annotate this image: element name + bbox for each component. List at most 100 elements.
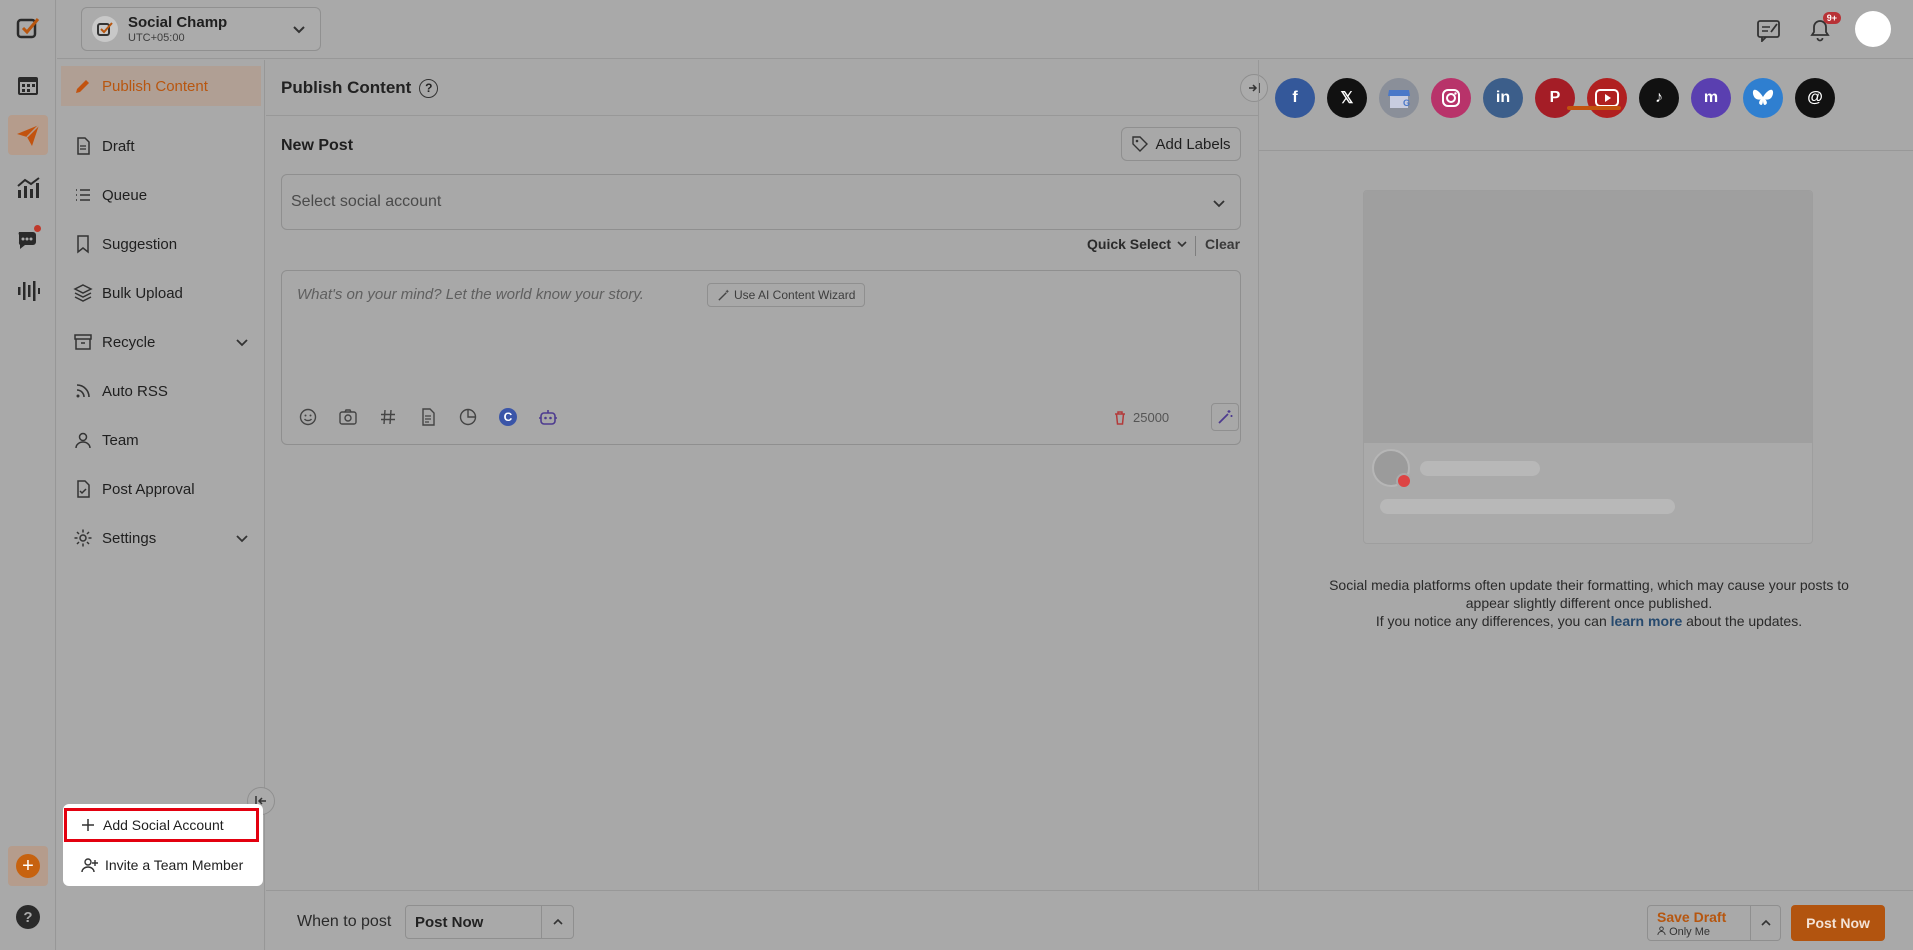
sidebar-item-publish-content[interactable]: Publish Content bbox=[61, 66, 261, 106]
sidebar-item-label: Draft bbox=[102, 137, 135, 155]
when-to-post-select[interactable]: Post Now bbox=[405, 905, 574, 939]
x-icon[interactable]: 𝕏 bbox=[1327, 78, 1367, 118]
rss-icon bbox=[76, 384, 90, 398]
list-icon bbox=[76, 189, 90, 201]
chevron-up-icon[interactable] bbox=[1750, 906, 1780, 940]
layers-icon bbox=[73, 284, 93, 302]
magic-wand-icon bbox=[718, 289, 729, 301]
listening-icon[interactable] bbox=[8, 271, 48, 311]
page-title: Publish Content ? bbox=[281, 78, 439, 98]
threads-icon[interactable]: @ bbox=[1795, 78, 1835, 118]
help-icon: ? bbox=[16, 905, 40, 929]
workspace-timezone: UTC+05:00 bbox=[128, 32, 185, 44]
sidebar-item-label: Suggestion bbox=[102, 235, 178, 253]
bluesky-icon[interactable] bbox=[1743, 78, 1783, 118]
document-icon bbox=[77, 137, 90, 155]
menu-item-label: Add Social Account bbox=[103, 817, 224, 833]
tiktok-icon[interactable]: ♪ bbox=[1639, 78, 1679, 118]
instagram-icon[interactable] bbox=[1431, 78, 1471, 118]
google-business-icon[interactable]: G bbox=[1379, 78, 1419, 118]
sidebar-item-draft[interactable]: Draft bbox=[61, 126, 261, 166]
quick-add-menu: Add Social Account Invite a Team Member bbox=[63, 804, 263, 886]
editor-placeholder: What's on your mind? Let the world know … bbox=[297, 286, 644, 303]
user-avatar[interactable] bbox=[1855, 11, 1891, 47]
linkedin-icon[interactable]: in bbox=[1483, 78, 1523, 118]
add-labels-button[interactable]: Add Labels bbox=[1121, 127, 1241, 161]
post-editor[interactable]: What's on your mind? Let the world know … bbox=[281, 270, 1241, 445]
skeleton-line bbox=[1420, 461, 1540, 476]
mastodon-icon[interactable]: m bbox=[1691, 78, 1731, 118]
save-draft-button[interactable]: Save Draft Only Me bbox=[1647, 905, 1781, 941]
help-button[interactable]: ? bbox=[8, 897, 48, 937]
sidebar-item-auto-rss[interactable]: Auto RSS bbox=[61, 371, 261, 411]
clear-button[interactable]: Clear bbox=[1205, 236, 1240, 252]
sidebar-item-team[interactable]: Team bbox=[61, 420, 261, 460]
hashtag-icon[interactable] bbox=[377, 406, 399, 428]
menu-item-label: Invite a Team Member bbox=[105, 857, 244, 873]
document-icon[interactable] bbox=[417, 406, 439, 428]
skeleton-line bbox=[1380, 499, 1675, 514]
magic-wand-button[interactable] bbox=[1211, 403, 1239, 431]
character-count: 25000 bbox=[1133, 410, 1170, 425]
pie-chart-icon[interactable] bbox=[457, 406, 479, 428]
preview-media-placeholder bbox=[1364, 191, 1812, 443]
engage-chat-icon[interactable] bbox=[8, 219, 48, 259]
account-select-placeholder: Select social account bbox=[291, 193, 442, 210]
sidebar-item-recycle[interactable]: Recycle bbox=[61, 322, 261, 362]
bell-icon[interactable]: 9+ bbox=[1805, 12, 1841, 45]
analytics-icon[interactable] bbox=[8, 168, 48, 208]
chevron-down-icon bbox=[236, 535, 248, 543]
icon-rail: + ? bbox=[0, 0, 56, 950]
sidebar-item-label: Recycle bbox=[102, 333, 156, 351]
sidebar-item-suggestion[interactable]: Suggestion bbox=[61, 224, 261, 264]
sidebar-item-post-approval[interactable]: Post Approval bbox=[61, 469, 261, 509]
tag-icon bbox=[1132, 136, 1149, 152]
compose-header: Publish Content ? bbox=[266, 60, 1258, 116]
gear-icon bbox=[74, 529, 92, 547]
workspace-selector[interactable]: Social Champ UTC+05:00 bbox=[81, 7, 321, 51]
note-prefix: If you notice any differences, you can bbox=[1375, 613, 1607, 629]
when-to-post-value: Post Now bbox=[415, 913, 484, 931]
youtube-icon[interactable] bbox=[1587, 78, 1627, 118]
sidebar-item-label: Post Approval bbox=[102, 480, 195, 498]
page-title-text: Publish Content bbox=[281, 78, 412, 97]
sidebar-item-queue[interactable]: Queue bbox=[61, 175, 261, 215]
pinterest-icon[interactable]: P bbox=[1535, 78, 1575, 118]
chevron-up-icon[interactable] bbox=[541, 906, 573, 938]
sidebar-item-label: Auto RSS bbox=[102, 382, 168, 400]
camera-icon[interactable] bbox=[337, 406, 359, 428]
send-icon[interactable] bbox=[8, 115, 48, 155]
invite-team-member-menu-item[interactable]: Invite a Team Member bbox=[69, 849, 257, 881]
sidebar-item-settings[interactable]: Settings bbox=[61, 518, 261, 558]
sidebar-item-label: Queue bbox=[102, 186, 148, 204]
svg-text:G: G bbox=[1403, 98, 1410, 108]
learn-more-link[interactable]: learn more bbox=[1611, 613, 1683, 629]
emoji-icon[interactable] bbox=[297, 406, 319, 428]
app-logo-icon[interactable] bbox=[8, 8, 48, 48]
feedback-icon[interactable] bbox=[1754, 15, 1784, 45]
add-social-account-menu-item[interactable]: Add Social Account bbox=[64, 808, 259, 842]
facebook-icon[interactable]: f bbox=[1275, 78, 1315, 118]
quick-add-button[interactable]: + bbox=[8, 846, 48, 886]
user-icon bbox=[1657, 926, 1666, 936]
quick-select-dropdown[interactable]: Quick Select bbox=[1087, 236, 1189, 252]
note-line-2: If you notice any differences, you can l… bbox=[1329, 612, 1849, 630]
compose-footer: When to post Post Now Save Draft Only Me… bbox=[266, 890, 1913, 950]
user-plus-icon bbox=[81, 858, 98, 873]
trash-icon[interactable] bbox=[1112, 410, 1128, 426]
sidebar-item-bulk-upload[interactable]: Bulk Upload bbox=[61, 273, 261, 313]
post-now-button[interactable]: Post Now bbox=[1791, 905, 1885, 941]
bookmark-icon bbox=[77, 235, 89, 254]
social-account-select[interactable]: Select social account bbox=[281, 174, 1241, 230]
robot-icon[interactable] bbox=[537, 406, 559, 428]
canva-icon[interactable]: C bbox=[497, 406, 519, 428]
quick-select-label: Quick Select bbox=[1087, 236, 1172, 252]
visibility-label: Only Me bbox=[1657, 926, 1710, 938]
sidebar-item-label: Settings bbox=[102, 529, 157, 547]
ai-content-wizard-button[interactable]: Use AI Content Wizard bbox=[707, 283, 866, 307]
chevron-down-icon bbox=[293, 26, 305, 34]
archive-icon bbox=[74, 334, 92, 350]
workspace-logo-icon bbox=[92, 16, 118, 42]
calendar-icon[interactable] bbox=[8, 65, 48, 105]
help-circle-icon[interactable]: ? bbox=[419, 78, 439, 98]
